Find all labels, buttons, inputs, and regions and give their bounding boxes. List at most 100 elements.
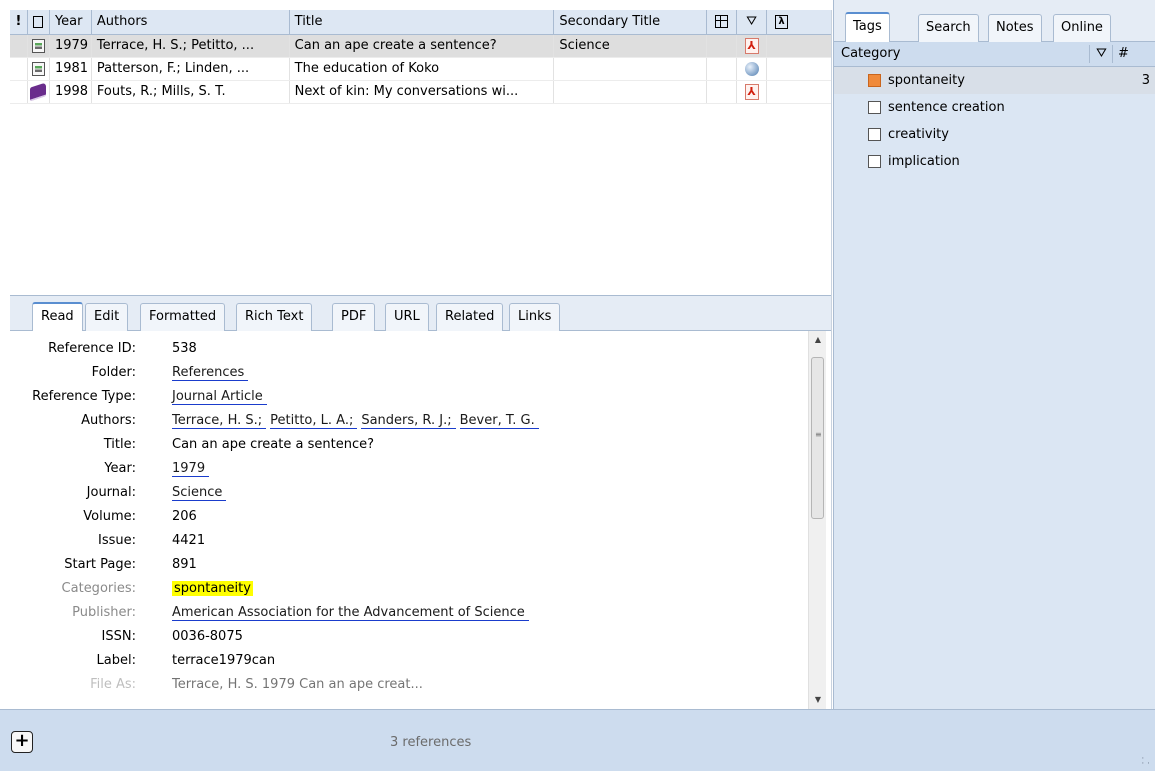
field-journal: Journal: Science [10,481,808,505]
tab-search[interactable]: Search [918,14,979,42]
add-reference-button[interactable]: + [11,731,33,753]
scroll-up-arrow-icon[interactable]: ▲ [809,331,827,349]
resize-grip-icon[interactable]: · · · [1141,755,1150,769]
column-header-secondary-title[interactable]: Secondary Title [554,10,708,34]
list-item[interactable]: spontaneity 3 [834,67,1155,94]
tab-read[interactable]: Read [32,302,83,331]
field-folder: Folder: References [10,361,808,385]
grip-icon: ≡ [815,430,822,439]
column-divider [1089,45,1090,63]
category-checkbox[interactable] [868,101,881,114]
column-header-pdf[interactable]: λ [767,10,831,34]
detail-scrollbar[interactable]: ▲ ≡ ▼ [808,331,826,709]
publisher-link[interactable]: American Association for the Advancement… [172,605,529,621]
field-value: American Association for the Advancement… [172,601,533,625]
field-value: 206 [172,509,197,524]
field-file-as: File As: Terrace, H. S. 1979 Can an ape … [10,673,808,697]
field-volume: Volume: 206 [10,505,808,529]
reference-list: ! Year Authors Title Secondary Title ⛛ λ… [10,10,832,295]
tab-online[interactable]: Online [1053,14,1111,42]
table-row[interactable]: 1998 Fouts, R.; Mills, S. T. Next of kin… [10,81,831,104]
field-title: Title: Can an ape create a sentence? [10,433,808,457]
tab-notes[interactable]: Notes [988,14,1042,42]
pdf-icon[interactable]: ⅄ [744,84,759,100]
filter-cell [737,58,768,80]
folder-link[interactable]: References [172,365,249,381]
column-header-attachments[interactable] [707,10,738,34]
book-icon [30,82,47,102]
author-link[interactable]: Sanders, R. J.; [361,413,456,429]
flag-cell [10,35,28,57]
column-header-type[interactable] [28,10,50,34]
title-cell: Next of kin: My conversations wi... [290,81,555,103]
field-label: Reference Type: [32,389,136,404]
scroll-down-arrow-icon[interactable]: ▼ [809,691,827,709]
field-label: Publisher: [72,605,136,620]
reference-detail-pane: Read Edit Formatted Rich Text PDF URL Re… [10,295,832,709]
author-link[interactable]: Bever, T. G. [459,413,539,429]
column-divider [1112,45,1113,63]
column-header-authors[interactable]: Authors [92,10,290,34]
side-panel: Tags Search Notes Online Category ⛛ # sp… [833,0,1155,709]
field-categories: Categories: spontaneity [10,577,808,601]
tab-formatted[interactable]: Formatted [140,303,226,331]
tab-links[interactable]: Links [509,303,561,331]
field-issn: ISSN: 0036-8075 [10,625,808,649]
category-header-label[interactable]: Category [841,42,900,66]
tab-tags[interactable]: Tags [845,12,890,42]
field-value: References [172,361,252,385]
attachment-cell [707,35,738,57]
attachment-cell [707,81,738,103]
category-name: spontaneity [888,73,965,88]
year-cell: 1981 [50,58,92,80]
flag-cell [10,58,28,80]
field-label: Reference ID: [48,341,136,356]
list-item[interactable]: implication [834,148,1155,175]
tab-url[interactable]: URL [385,303,429,331]
journal-link[interactable]: Science [172,485,227,501]
field-label: Issue: [98,533,136,548]
category-checkbox[interactable] [868,155,881,168]
category-name: implication [888,154,960,169]
scrollbar-thumb[interactable]: ≡ [811,357,824,519]
authors-cell: Fouts, R.; Mills, S. T. [92,81,290,103]
grid-icon [715,15,729,28]
list-item[interactable]: creativity [834,121,1155,148]
year-cell: 1998 [50,81,92,103]
column-header-title[interactable]: Title [290,10,555,34]
tab-edit[interactable]: Edit [85,303,129,331]
field-value: Terrace, H. S. 1979 Can an ape creat... [172,677,423,692]
year-link[interactable]: 1979 [172,461,210,477]
tab-related[interactable]: Related [436,303,504,331]
column-header-year[interactable]: Year [50,10,92,34]
list-item[interactable]: sentence creation [834,94,1155,121]
table-row[interactable]: 1981 Patterson, F.; Linden, ... The educ… [10,58,831,81]
table-row[interactable]: 1979 Terrace, H. S.; Petitto, ... Can an… [10,35,831,58]
category-name: sentence creation [888,100,1005,115]
field-value: Science [172,481,230,505]
author-link[interactable]: Terrace, H. S.; [172,413,267,429]
reference-type-link[interactable]: Journal Article [172,389,267,405]
field-start-page: Start Page: 891 [10,553,808,577]
tab-pdf[interactable]: PDF [332,303,376,331]
tab-rich-text[interactable]: Rich Text [236,303,313,331]
field-label: Label: [96,653,136,668]
category-checkbox[interactable] [868,74,881,87]
web-link-icon[interactable] [744,62,759,76]
document-type-icon [33,15,44,28]
category-list: spontaneity 3 sentence creation creativi… [834,67,1155,175]
category-checkbox[interactable] [868,128,881,141]
field-label: Start Page: [64,557,136,572]
field-label: Year: [104,461,136,476]
pdf-icon[interactable]: ⅄ [744,38,759,54]
column-header-filter[interactable]: ⛛ [737,10,768,34]
category-highlight[interactable]: spontaneity [172,581,253,596]
type-cell [28,35,50,57]
count-header[interactable]: # [1118,42,1129,66]
title-cell: The education of Koko [290,58,555,80]
attachment-cell [707,58,738,80]
author-link[interactable]: Petitto, L. A.; [270,413,358,429]
funnel-icon[interactable]: ⛛ [1096,42,1107,66]
column-header-flag[interactable]: ! [10,10,28,34]
field-label: Categories: [61,581,136,596]
